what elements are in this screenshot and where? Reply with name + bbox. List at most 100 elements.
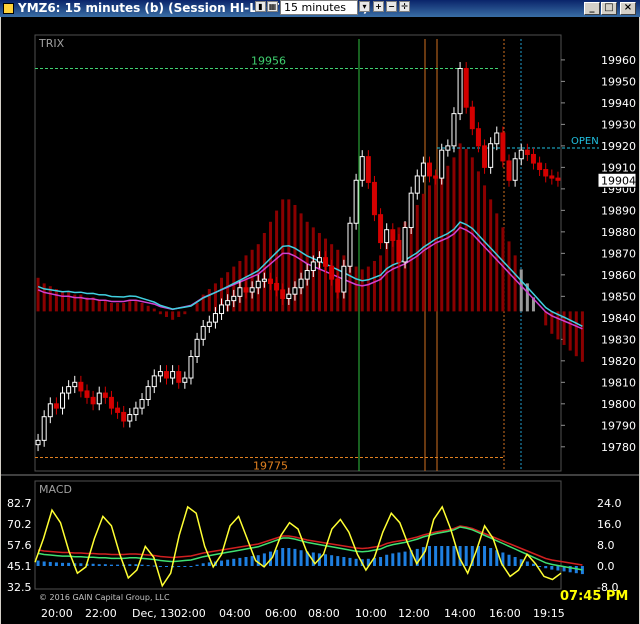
price-tick-label: 19890 xyxy=(601,204,636,217)
candle-body xyxy=(286,293,292,299)
trix-histogram-bar xyxy=(574,311,578,357)
macd-histogram-bar xyxy=(250,556,254,566)
zoom-out-icon[interactable]: − xyxy=(386,1,397,12)
macd-histogram-bar xyxy=(36,560,40,566)
candle-body xyxy=(396,239,402,263)
time-axis-label: 02:00 xyxy=(174,607,206,620)
candle-body xyxy=(427,162,432,177)
candle-body xyxy=(420,162,426,177)
price-tick-label: 19880 xyxy=(601,226,636,239)
candle-body xyxy=(359,156,365,181)
macd-histogram-bar xyxy=(201,563,205,566)
macd-histogram-bar xyxy=(525,561,529,566)
candle-body xyxy=(60,392,66,409)
time-axis-label: 06:00 xyxy=(265,607,297,620)
candle-body xyxy=(335,278,341,293)
trix-histogram-bar xyxy=(183,311,187,315)
candle-body xyxy=(365,156,371,183)
time-axis-label: Dec, 13 xyxy=(132,607,174,620)
grid-icon[interactable]: ▦ xyxy=(267,1,278,12)
macd-histogram-bar xyxy=(428,546,431,566)
price-tick-label: 19820 xyxy=(601,355,636,368)
candle-body xyxy=(96,392,102,405)
macd-histogram-bar xyxy=(91,563,95,566)
macd-histogram-bar xyxy=(48,561,52,566)
price-tick-label: 19850 xyxy=(601,290,636,303)
dropdown-arrow-icon[interactable]: ▾ xyxy=(359,1,370,12)
candle-body xyxy=(341,265,347,293)
macd-histogram-bar xyxy=(189,566,193,567)
session-high-label: 19956 xyxy=(251,54,286,67)
trix-histogram-bar xyxy=(372,260,376,312)
macd-right-tick: 0.0 xyxy=(597,560,615,573)
trix-histogram-bar xyxy=(580,311,584,362)
macd-histogram-bar xyxy=(550,566,554,570)
candle-body xyxy=(219,304,225,315)
copyright-label: © 2016 GAIN Capital Group, LLC xyxy=(39,593,170,602)
trix-histogram-bar xyxy=(36,277,40,312)
candle-body xyxy=(414,175,420,194)
macd-histogram-bar xyxy=(293,548,297,566)
zoom-in-icon[interactable]: + xyxy=(373,1,384,12)
candle-body xyxy=(549,175,555,179)
macd-right-tick: 24.0 xyxy=(597,497,622,510)
time-axis-label: 16:00 xyxy=(489,607,521,620)
trix-histogram-bar xyxy=(507,241,511,312)
candle-body xyxy=(537,162,543,171)
macd-histogram-bar xyxy=(226,559,230,566)
macd-histogram-bar xyxy=(434,546,438,566)
candle-body xyxy=(384,229,390,244)
trix-histogram-bar xyxy=(171,311,175,320)
minimize-icon[interactable]: _ xyxy=(584,2,600,15)
trix-histogram-bar xyxy=(195,302,199,312)
candle-body xyxy=(170,371,176,379)
clock-readout: 07:45 PM xyxy=(560,589,629,604)
candle-body xyxy=(188,356,194,379)
trix-histogram-bar xyxy=(299,213,303,312)
macd-right-tick: 16.0 xyxy=(597,518,622,531)
bar-chart-icon[interactable]: ▮ xyxy=(255,1,266,12)
candle-body xyxy=(84,390,90,398)
chart-app-icon xyxy=(3,3,14,14)
trix-histogram-bar xyxy=(379,255,383,312)
chart-canvas[interactable]: TRIXMACD19960199501994019930199201991019… xyxy=(1,17,639,624)
macd-histogram-bar xyxy=(244,557,248,566)
trix-histogram-bar xyxy=(109,302,113,312)
price-tick-label: 19910 xyxy=(601,161,636,174)
price-tick-label: 19920 xyxy=(601,140,636,153)
candle-body xyxy=(408,192,414,229)
window-titlebar[interactable]: YMZ6: 15 minutes (b) (Session HI-LO TRIX… xyxy=(0,0,640,17)
trix-histogram-bar xyxy=(146,305,150,312)
trix-histogram-bar xyxy=(177,311,181,317)
trix-histogram-bar xyxy=(519,269,523,312)
candle-body xyxy=(390,229,396,241)
candle-body xyxy=(164,371,169,379)
trix-histogram-bar xyxy=(67,291,71,312)
candle-body xyxy=(212,313,218,323)
macd-histogram-bar xyxy=(207,562,211,566)
macd-histogram-bar xyxy=(140,564,144,566)
close-icon[interactable]: × xyxy=(620,2,636,15)
open-label: OPEN xyxy=(571,136,599,147)
price-tick-label: 19930 xyxy=(601,118,636,131)
trix-histogram-bar xyxy=(165,311,168,317)
macd-histogram-bar xyxy=(464,546,468,566)
candle-body xyxy=(108,396,114,409)
trix-histogram-bar xyxy=(544,311,548,326)
trix-histogram-bar xyxy=(268,221,272,312)
candle-body xyxy=(139,399,145,409)
timeframe-select[interactable]: 15 minutes xyxy=(280,0,358,15)
maximize-icon[interactable]: □ xyxy=(601,2,617,15)
trix-histogram-bar xyxy=(140,302,144,312)
macd-histogram-bar xyxy=(97,564,101,566)
time-axis-label: 14:00 xyxy=(444,607,476,620)
candle-body xyxy=(267,278,273,284)
candle-body xyxy=(512,158,518,181)
time-axis-label: 19:15 xyxy=(533,607,565,620)
macd-histogram-bar xyxy=(556,566,560,571)
candle-body xyxy=(157,371,163,377)
candle-body xyxy=(298,278,304,289)
current-price-label: 19904 xyxy=(601,174,636,187)
crosshair-icon[interactable]: ✛ xyxy=(399,1,410,12)
candle-body xyxy=(231,295,237,302)
